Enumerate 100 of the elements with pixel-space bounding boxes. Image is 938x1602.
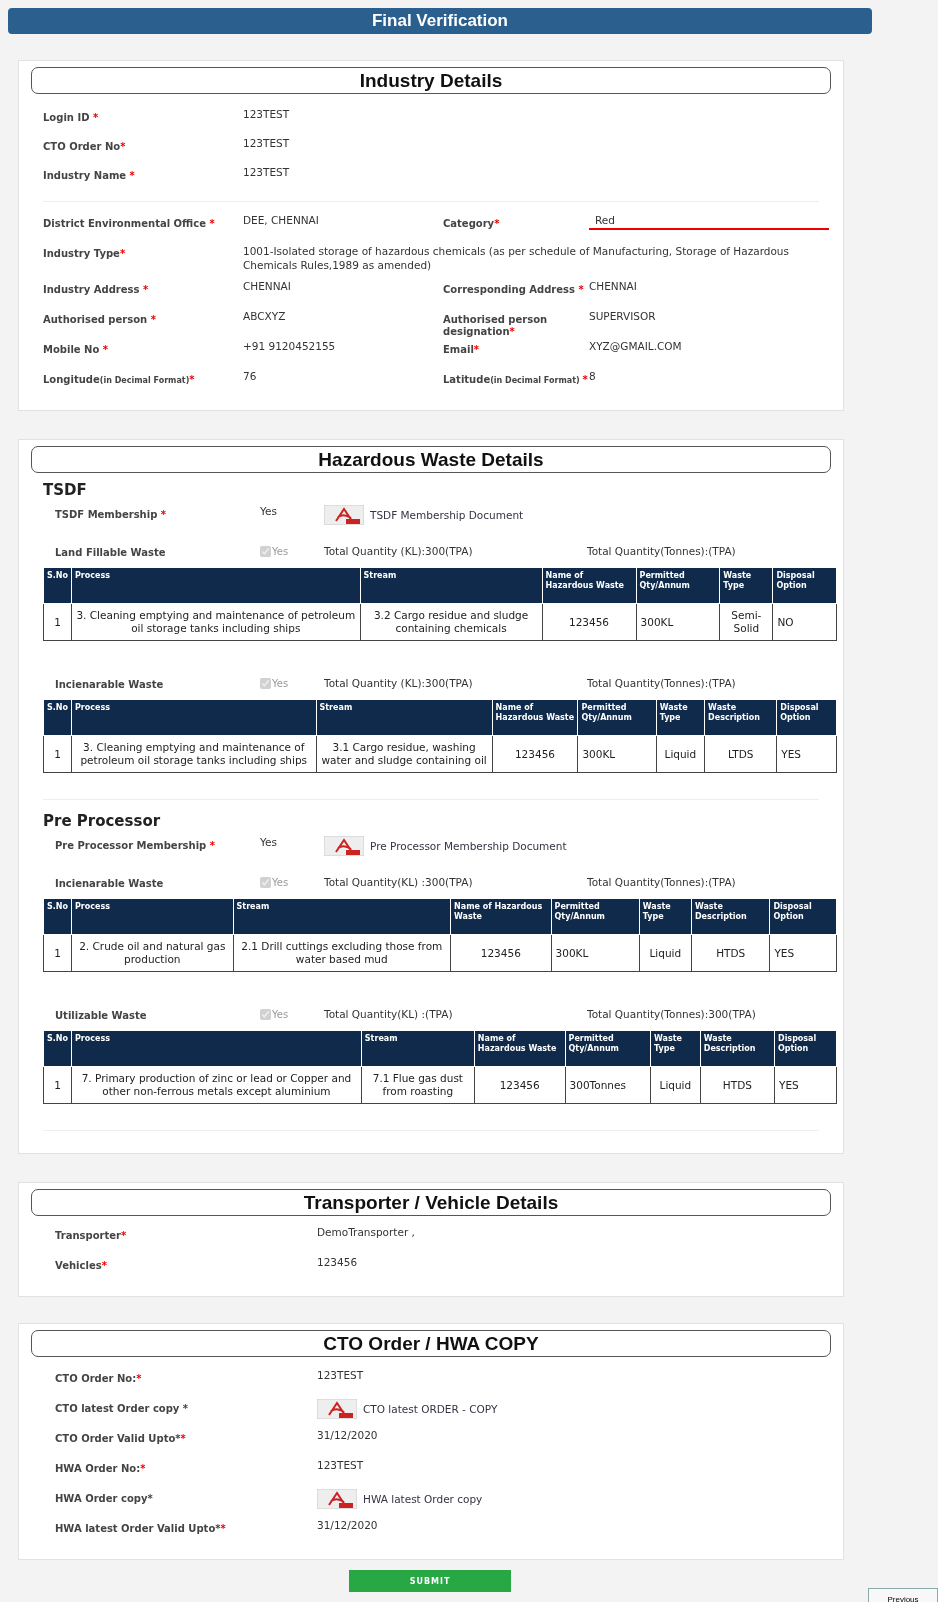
column-header: S.No — [43, 567, 72, 604]
field-value: 76 — [243, 370, 258, 383]
table-cell: YES — [774, 1066, 837, 1104]
quantity-text: Total Quantity(KL) :(TPA) — [324, 1008, 454, 1020]
section-heading: Hazardous Waste Details — [31, 446, 831, 473]
column-header: Stream — [316, 699, 493, 736]
table-cell: 300KL — [577, 735, 657, 773]
column-header: Process — [71, 898, 234, 935]
field-label: CTO latest Order copy * — [55, 1402, 190, 1415]
table-cell: 1 — [43, 735, 72, 773]
field-label: District Environmental Office * — [43, 217, 216, 230]
column-header: Disposal Option — [772, 567, 837, 604]
field-label: Latitude(in Decimal Format) * — [443, 373, 589, 387]
column-header: Stream — [361, 1030, 475, 1067]
column-header: S.No — [43, 699, 72, 736]
field-value: 31/12/2020 — [317, 1519, 379, 1532]
checkbox-label: Yes — [272, 545, 289, 557]
field-value: CHENNAI — [589, 280, 638, 293]
document-link[interactable]: CTO latest ORDER - COPY — [317, 1399, 831, 1419]
quantity-text: Total Quantity(Tonnes):(TPA) — [587, 876, 737, 888]
table-cell: YES — [776, 735, 837, 773]
table-cell: 2.1 Drill cuttings excluding those from water based mud — [233, 934, 451, 972]
category-value: Red — [589, 214, 829, 230]
column-header: Name of Hazardous Waste — [492, 699, 578, 736]
field-label: Industry Address * — [43, 283, 150, 296]
table-cell: 123456 — [450, 934, 552, 972]
field-value: SUPERVISOR — [589, 310, 657, 323]
table-cell: 3. Cleaning emptying and maintenance of petroleum oil storage tanks including ships — [71, 603, 361, 641]
field-value: 123TEST — [243, 137, 291, 150]
field-value: Yes — [260, 836, 278, 849]
field-label: Industry Name * — [43, 169, 136, 182]
table-cell: 1 — [43, 1066, 72, 1104]
column-header: S.No — [43, 898, 72, 935]
quantity-text: Total Quantity(KL) :300(TPA) — [324, 876, 474, 888]
table-cell: 1 — [43, 934, 72, 972]
field-label: Login ID * — [43, 111, 100, 124]
column-header: Waste Type — [719, 567, 773, 604]
quantity-text: Total Quantity(Tonnes):300(TPA) — [587, 1008, 757, 1020]
pdf-icon — [317, 1489, 357, 1509]
field-label: Pre Processor Membership * — [55, 839, 216, 852]
column-header: Waste Description — [704, 699, 777, 736]
column-header: Waste Type — [650, 1030, 701, 1067]
field-value: 123TEST — [243, 166, 291, 179]
field-label: Mobile No * — [43, 343, 110, 356]
document-link[interactable]: HWA latest Order copy — [317, 1489, 831, 1509]
field-label: HWA latest Order Valid Upto** — [55, 1522, 227, 1535]
field-label: Email* — [443, 343, 481, 356]
column-header: Permitted Qty/Annum — [551, 898, 640, 935]
column-header: Name of Hazardous Waste — [450, 898, 552, 935]
column-header: Disposal Option — [769, 898, 837, 935]
field-value: 123TEST — [317, 1369, 365, 1382]
table-cell: Liquid — [639, 934, 692, 972]
field-label: TSDF Membership * — [55, 508, 168, 521]
checkbox-label: Yes — [272, 677, 289, 689]
table-cell: NO — [772, 603, 837, 641]
field-value: 123TEST — [243, 108, 291, 121]
field-label: Land Fillable Waste — [55, 546, 167, 559]
table-cell: YES — [769, 934, 837, 972]
group-heading: TSDF — [43, 481, 88, 499]
document-link[interactable]: Pre Processor Membership Document — [324, 836, 831, 856]
field-label: Authorised person designation* — [443, 313, 549, 338]
table-cell: 7.1 Flue gas dust from roasting — [361, 1066, 475, 1104]
checkbox-label: Yes — [272, 1008, 289, 1020]
table-cell: LTDS — [704, 735, 777, 773]
table-cell: 123456 — [492, 735, 578, 773]
field-label: Longitude(in Decimal Format)* — [43, 373, 196, 387]
field-value: 31/12/2020 — [317, 1429, 379, 1442]
column-header: Permitted Qty/Annum — [565, 1030, 651, 1067]
table-cell: 123456 — [474, 1066, 566, 1104]
section-heading: Transporter / Vehicle Details — [31, 1189, 831, 1216]
table-cell: HTDS — [700, 1066, 775, 1104]
column-header: Waste Type — [656, 699, 705, 736]
quantity-text: Total Quantity(Tonnes):(TPA) — [587, 545, 737, 557]
field-value: CHENNAI — [243, 280, 292, 293]
field-label: HWA Order No:* — [55, 1462, 147, 1475]
quantity-text: Total Quantity (KL):300(TPA) — [324, 545, 474, 557]
table-cell: 300KL — [551, 934, 640, 972]
field-label: Corresponding Address * — [443, 283, 585, 296]
column-header: Stream — [233, 898, 451, 935]
field-value: 123TEST — [317, 1459, 365, 1472]
table-cell: Semi-Solid — [719, 603, 773, 641]
column-header: Name of Hazardous Waste — [474, 1030, 566, 1067]
previous-button[interactable]: Previous — [868, 1588, 938, 1602]
column-header: S.No — [43, 1030, 72, 1067]
field-label: Authorised person * — [43, 313, 157, 326]
table-cell: 3.1 Cargo residue, washing water and sludge containing oil — [316, 735, 493, 773]
field-value: DEE, CHENNAI — [243, 214, 320, 227]
pdf-icon — [317, 1399, 357, 1419]
document-link[interactable]: TSDF Membership Document — [324, 505, 831, 525]
field-label: Industry Type* — [43, 247, 127, 260]
column-header: Disposal Option — [776, 699, 837, 736]
checkbox-label: Yes — [272, 876, 289, 888]
field-value: 8 — [589, 370, 597, 383]
section-heading: CTO Order / HWA COPY — [31, 1330, 831, 1357]
table-cell: 2. Crude oil and natural gas production — [71, 934, 234, 972]
page-title: Final Verification — [8, 8, 872, 34]
column-header: Process — [71, 1030, 362, 1067]
column-header: Waste Description — [700, 1030, 775, 1067]
field-label: Utilizable Waste — [55, 1009, 148, 1022]
table-cell: 300KL — [636, 603, 720, 641]
